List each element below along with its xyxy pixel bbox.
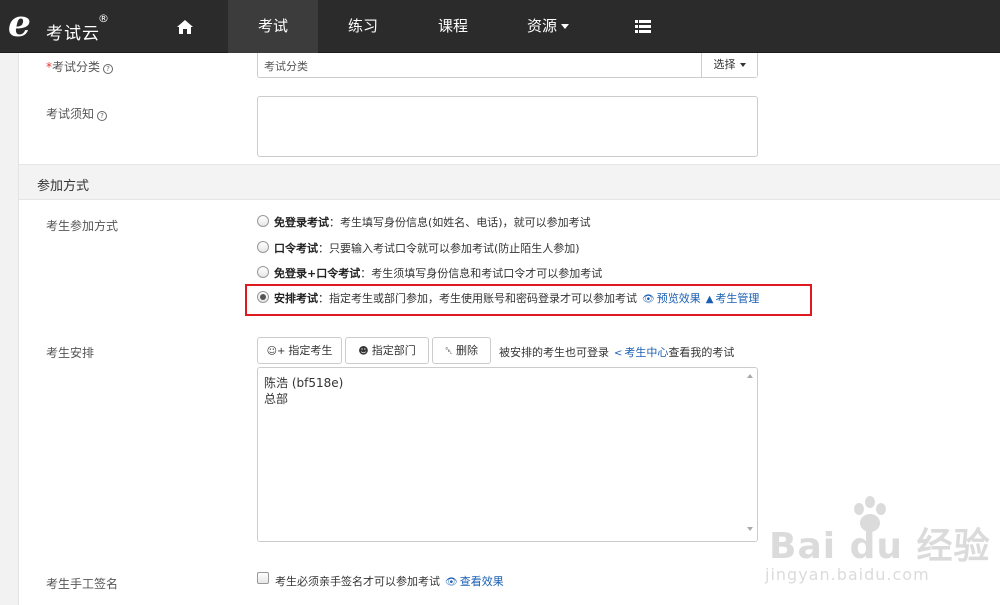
category-input-group: 考试分类 选择: [257, 53, 758, 78]
notice-label-text: 考试须知: [46, 107, 95, 121]
chevron-down-icon: [739, 63, 746, 67]
registered-mark: ®: [98, 12, 109, 25]
join-mode-label: 考生参加方式: [46, 219, 119, 233]
top-navbar: e 考试云 ® 考试 练习 课程 资源: [0, 0, 1000, 53]
select-label: 选择: [713, 58, 736, 71]
arrange-label: 考生安排: [46, 346, 95, 360]
option-title: 免登录+口令考试: [274, 267, 361, 280]
option-title: 免登录考试: [274, 216, 329, 229]
home-icon: [177, 19, 193, 34]
student-center-link[interactable]: 考生中心: [624, 346, 668, 359]
arranged-list[interactable]: 陈浩 (bf518e) 总部: [257, 367, 758, 542]
group-icon: ☻: [358, 346, 369, 357]
watermark-sub: jingyan.baidu.com: [765, 565, 930, 584]
option-desc: ：考生须填写身份信息和考试口令才可以参加考试: [360, 267, 603, 280]
notice-textarea[interactable]: [257, 96, 758, 157]
list-item: 陈浩 (bf518e): [264, 376, 344, 390]
brand-logo[interactable]: e 考试云 ®: [8, 4, 118, 46]
category-label-text: 考试分类: [52, 60, 101, 74]
help-icon[interactable]: ?: [97, 111, 108, 121]
assign-user-button[interactable]: ☺+ 指定考生: [257, 337, 342, 364]
section-title: 参加方式: [37, 179, 90, 194]
category-input[interactable]: 考试分类: [264, 58, 308, 74]
assign-user-label: 指定考生: [288, 344, 333, 357]
category-label: *考试分类?: [46, 58, 114, 75]
nav-home[interactable]: [160, 0, 210, 53]
radio-button[interactable]: [257, 215, 269, 227]
trash-icon: ␡: [445, 346, 453, 357]
scroll-up-arrow[interactable]: [747, 374, 753, 378]
eye-icon: 👁︎: [445, 577, 458, 588]
watermark-main: Bai du 经验: [769, 526, 991, 567]
section-header: 参加方式: [19, 164, 1000, 200]
assign-dept-label: 指定部门: [371, 344, 416, 357]
view-effect-link[interactable]: 查看效果: [460, 575, 504, 588]
hint-suffix: 查看我的考试: [668, 346, 735, 359]
option-desc: ：只要输入考试口令就可以参加考试(防止陌生人参加): [318, 242, 580, 255]
notice-label: 考试须知?: [46, 105, 108, 122]
radio-button[interactable]: [257, 241, 269, 253]
signature-label: 考生手工签名: [46, 577, 119, 591]
nav-course[interactable]: 课程: [408, 0, 498, 53]
delete-label: 删除: [456, 344, 478, 357]
list-menu-icon: [634, 20, 651, 33]
nav-menu[interactable]: [615, 0, 670, 53]
help-icon[interactable]: ?: [103, 64, 114, 74]
category-select-button[interactable]: 选择: [701, 53, 757, 77]
logo-text: 考试云: [46, 24, 100, 44]
assign-dept-button[interactable]: ☻ 指定部门: [345, 337, 429, 364]
radio-button[interactable]: [257, 266, 269, 278]
signature-checkbox-text: 考生必须亲手签名才可以参加考试: [275, 575, 440, 588]
add-user-icon: ☺+: [266, 346, 286, 357]
scroll-down-arrow[interactable]: [747, 527, 753, 531]
hint-prefix: 被安排的考生也可登录: [499, 346, 609, 359]
share-icon: <: [614, 348, 623, 359]
nav-practice[interactable]: 练习: [318, 0, 408, 53]
signature-option: 考生必须亲手签名才可以参加考试 👁︎ 查看效果: [275, 573, 504, 589]
chevron-down-icon: [561, 24, 569, 29]
option-title: 口令考试: [274, 242, 318, 255]
nav-exam[interactable]: 考试: [228, 0, 318, 53]
logo-letter: e: [8, 3, 31, 45]
delete-button[interactable]: ␡ 删除: [432, 337, 491, 364]
signature-checkbox[interactable]: [257, 572, 269, 584]
highlight-annotation-box: [245, 284, 812, 316]
list-item: 总部: [264, 392, 289, 406]
arrange-hint: 被安排的考生也可登录 < 考生中心查看我的考试: [499, 344, 734, 360]
nav-resource[interactable]: 资源: [498, 0, 598, 53]
option-desc: ：考生填写身份信息(如姓名、电话)，就可以参加考试: [329, 216, 591, 229]
nav-resource-label: 资源: [526, 17, 557, 35]
baidu-watermark: Bai du 经验 jingyan.baidu.com: [765, 495, 1000, 590]
